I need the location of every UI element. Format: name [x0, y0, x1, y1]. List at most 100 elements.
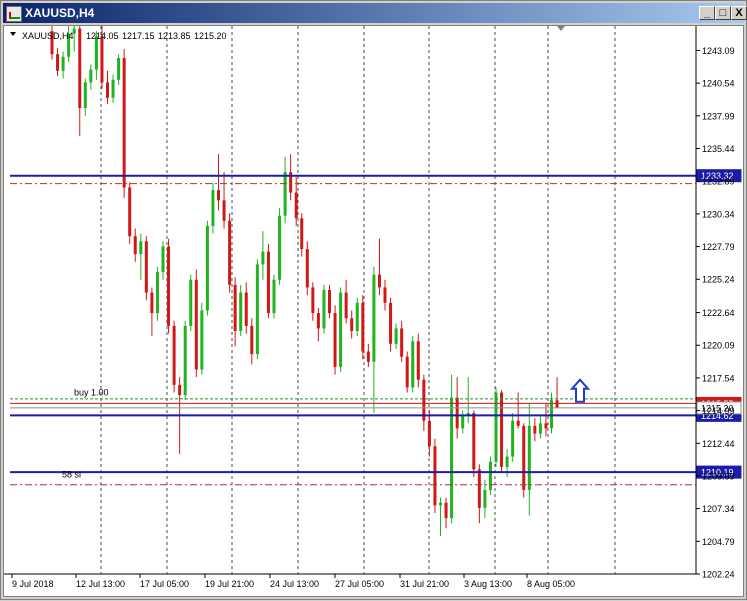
candle-body	[538, 423, 542, 434]
candle-body	[272, 279, 276, 314]
price-tick-label: 1220.09	[702, 341, 735, 351]
collapse-triangle-icon[interactable]	[10, 32, 16, 36]
time-tick-label: 3 Aug 13:00	[464, 579, 512, 589]
price-tick-label: 1237.99	[702, 111, 735, 121]
candle-body	[217, 190, 220, 201]
candle-body	[394, 328, 398, 344]
price-tick-label: 1209.89	[702, 471, 735, 481]
candle-body	[361, 302, 365, 352]
candle-body	[355, 302, 359, 332]
minimize-button[interactable]: _	[699, 6, 715, 20]
candle-body	[178, 384, 182, 396]
candle-body	[61, 56, 65, 71]
candle-body	[205, 225, 209, 311]
candle-body	[316, 313, 320, 329]
chart-window-icon	[6, 6, 22, 22]
candle-body	[94, 36, 98, 70]
candle-body	[194, 279, 198, 370]
candle-body	[78, 28, 82, 109]
order-annotation: buy 1.00	[74, 388, 109, 398]
candle-body	[155, 272, 159, 314]
header-open: 1214.05	[86, 31, 119, 41]
candle-body	[372, 274, 376, 362]
candle-body	[328, 290, 331, 314]
candle-body	[472, 413, 476, 470]
time-tick-label: 31 Jul 21:00	[400, 579, 449, 589]
candle-body	[89, 69, 93, 83]
candle-body	[211, 190, 215, 226]
price-chart[interactable]: buy 1.0058 sl 1233.321214.621210.191215.…	[4, 23, 743, 596]
price-tick-label: 1214.99	[702, 406, 735, 416]
time-tick-label: 9 Jul 2018	[12, 579, 54, 589]
candle-body	[544, 423, 548, 429]
candle-body	[439, 502, 442, 506]
chart-window: XAUUSD,H4 _ □ X buy 1.00 58 sl 1233.32 121…	[0, 0, 747, 600]
price-tick-label: 1217.54	[702, 373, 735, 383]
candle-body	[455, 397, 459, 429]
candle-body	[433, 446, 437, 506]
header-close: 1215.20	[194, 31, 227, 41]
candle-body	[250, 325, 254, 355]
candle-body	[555, 400, 559, 408]
price-tick-label: 1240.54	[702, 79, 735, 89]
candle-body	[444, 502, 448, 519]
candle-body	[228, 220, 232, 285]
candle-body	[300, 218, 304, 249]
candle-body	[416, 341, 420, 380]
candle-body	[161, 246, 165, 273]
shift-marker-icon[interactable]	[557, 26, 565, 31]
time-tick-label: 17 Jul 05:00	[140, 579, 189, 589]
candle-body	[400, 328, 404, 357]
candle-body	[405, 356, 409, 388]
candle-body	[278, 215, 282, 280]
candle-body	[183, 325, 187, 396]
candle-body	[150, 292, 154, 314]
buy-arrow-icon	[569, 378, 591, 403]
price-tick-label: 1212.44	[702, 439, 735, 449]
candle-body	[133, 236, 137, 255]
candle-body	[350, 318, 354, 332]
candle-body	[333, 313, 337, 367]
candle-body	[111, 79, 115, 98]
candle-body	[477, 469, 481, 508]
candle-body	[106, 82, 109, 98]
candle-body	[239, 292, 243, 332]
candle-body	[522, 425, 526, 490]
candle-body	[322, 290, 326, 329]
candle-body	[233, 284, 237, 332]
price-tick-label: 1222.64	[702, 308, 735, 318]
candle-body	[377, 274, 381, 288]
candle-body	[305, 248, 309, 288]
candle-body	[283, 172, 287, 216]
order-annotation: 58 sl	[62, 470, 81, 480]
candle-body	[56, 54, 60, 71]
candle-body	[511, 420, 515, 457]
candle-body	[266, 251, 270, 314]
candle-body	[516, 420, 520, 426]
chart-area[interactable]: buy 1.00 58 sl 1233.32 1214.62 1210.19 1215.…	[3, 23, 744, 597]
maximize-button[interactable]: □	[715, 6, 731, 20]
time-tick-label: 19 Jul 21:00	[205, 579, 254, 589]
candle-body	[344, 292, 348, 319]
candle-body	[505, 456, 509, 467]
candle-body	[383, 287, 387, 303]
price-tick-label: 1232.89	[702, 177, 735, 187]
candle-body	[411, 341, 415, 388]
candle-body	[139, 241, 143, 255]
price-tick-label: 1235.44	[702, 144, 735, 154]
price-tick-label: 1227.79	[702, 242, 735, 252]
candle-body	[550, 400, 553, 429]
candle-body	[311, 287, 315, 314]
candle-body	[122, 58, 126, 188]
candle-body	[83, 82, 87, 109]
candle-body	[366, 351, 370, 362]
close-button[interactable]: X	[731, 6, 747, 20]
candle-body	[189, 279, 193, 326]
candle-body	[261, 251, 265, 265]
candle-body	[100, 36, 104, 83]
candle-body	[167, 246, 171, 326]
window-titlebar[interactable]: XAUUSD,H4 _ □ X	[3, 3, 747, 23]
candle-body	[200, 310, 204, 370]
time-tick-label: 8 Aug 05:00	[527, 579, 575, 589]
time-tick-label: 12 Jul 13:00	[76, 579, 125, 589]
